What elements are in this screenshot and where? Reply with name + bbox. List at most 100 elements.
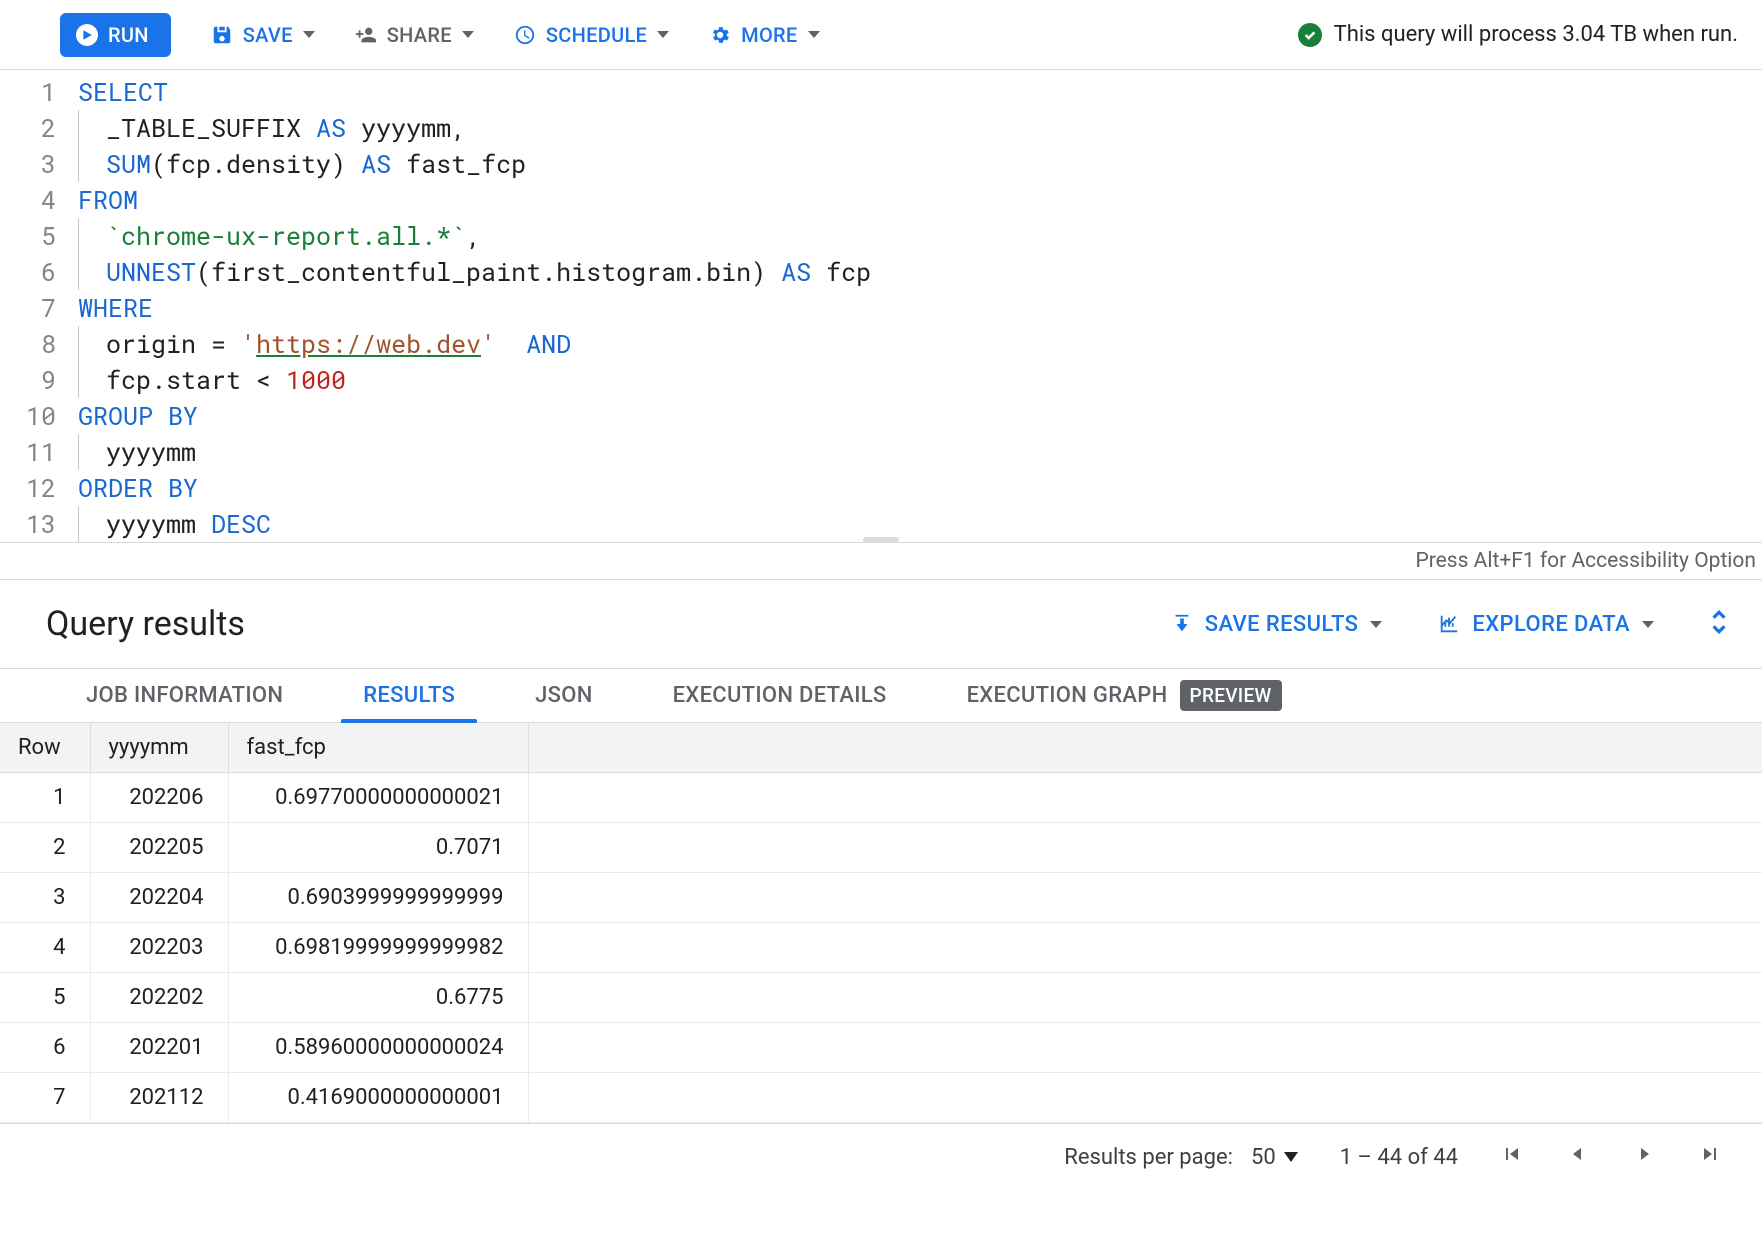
save-button[interactable]: SAVE <box>211 23 315 47</box>
tab-json[interactable]: JSON <box>495 669 633 722</box>
code-content[interactable]: SUM(fcp.density) AS fast_fcp <box>78 146 526 182</box>
run-label: RUN <box>108 23 149 47</box>
code-line[interactable]: 12ORDER BY <box>0 470 1762 506</box>
code-content[interactable]: yyyymm <box>78 434 196 470</box>
code-content[interactable]: ORDER BY <box>78 470 198 506</box>
more-button[interactable]: MORE <box>709 23 819 47</box>
code-content[interactable]: `chrome-ux-report.all.*`, <box>78 218 481 254</box>
drag-handle[interactable] <box>863 537 899 543</box>
query-validator-status: This query will process 3.04 TB when run… <box>1298 22 1738 47</box>
chevron-down-icon <box>1284 1152 1298 1162</box>
results-actions: SAVE RESULTS EXPLORE DATA <box>1171 609 1728 640</box>
accessibility-hint: Press Alt+F1 for Accessibility Option <box>1415 549 1762 573</box>
tab-results[interactable]: RESULTS <box>323 669 495 722</box>
tab-execution-details[interactable]: EXECUTION DETAILS <box>633 669 927 722</box>
code-line[interactable]: 5`chrome-ux-report.all.*`, <box>0 218 1762 254</box>
table-row[interactable]: 22022050.7071 <box>0 823 1762 873</box>
code-line[interactable]: 7WHERE <box>0 290 1762 326</box>
editor-footer: Press Alt+F1 for Accessibility Option <box>0 542 1762 580</box>
code-content[interactable]: WHERE <box>78 290 153 326</box>
code-line[interactable]: 6UNNEST(first_contentful_paint.histogram… <box>0 254 1762 290</box>
table-row[interactable]: 62022010.58960000000000024 <box>0 1023 1762 1073</box>
cell-fast_fcp: 0.7071 <box>228 823 528 873</box>
cell-row: 3 <box>0 873 90 923</box>
tab-execution-graph[interactable]: EXECUTION GRAPH PREVIEW <box>927 669 1322 722</box>
code-content[interactable]: GROUP BY <box>78 398 198 434</box>
first-page-button[interactable] <box>1500 1142 1524 1172</box>
page-range: 1 – 44 of 44 <box>1340 1145 1458 1170</box>
code-content[interactable]: FROM <box>78 182 138 218</box>
chevron-down-icon <box>657 31 669 38</box>
code-line[interactable]: 1SELECT <box>0 74 1762 110</box>
code-line[interactable]: 2_TABLE_SUFFIX AS yyyymm, <box>0 110 1762 146</box>
per-page-value: 50 <box>1251 1145 1276 1170</box>
results-tabs: JOB INFORMATION RESULTS JSON EXECUTION D… <box>0 669 1762 723</box>
code-content[interactable]: _TABLE_SUFFIX AS yyyymm, <box>78 110 466 146</box>
results-table: Row yyyymm fast_fcp 12022060.69770000000… <box>0 723 1762 1123</box>
code-content[interactable]: yyyymm DESC <box>78 506 271 542</box>
code-line[interactable]: 9fcp.start < 1000 <box>0 362 1762 398</box>
code-content[interactable]: origin = 'https://web.dev' AND <box>78 326 571 362</box>
cell-yyyymm: 202206 <box>90 773 228 823</box>
code-content[interactable]: UNNEST(first_contentful_paint.histogram.… <box>78 254 871 290</box>
cell-fast_fcp: 0.6775 <box>228 973 528 1023</box>
more-label: MORE <box>741 23 797 47</box>
cell-row: 1 <box>0 773 90 823</box>
results-pager: Results per page: 50 1 – 44 of 44 <box>0 1123 1762 1190</box>
play-icon <box>76 24 98 46</box>
code-line[interactable]: 11yyyymm <box>0 434 1762 470</box>
chart-analytics-icon <box>1438 613 1460 635</box>
table-row[interactable]: 12022060.69770000000000021 <box>0 773 1762 823</box>
cell-fast_fcp: 0.69819999999999982 <box>228 923 528 973</box>
last-page-button[interactable] <box>1698 1142 1722 1172</box>
cell-row: 6 <box>0 1023 90 1073</box>
per-page-control[interactable]: Results per page: 50 <box>1064 1145 1297 1170</box>
code-line[interactable]: 4FROM <box>0 182 1762 218</box>
code-line[interactable]: 10GROUP BY <box>0 398 1762 434</box>
line-number: 2 <box>0 110 78 146</box>
code-line[interactable]: 8origin = 'https://web.dev' AND <box>0 326 1762 362</box>
cell-row: 4 <box>0 923 90 973</box>
results-table-wrap: Row yyyymm fast_fcp 12022060.69770000000… <box>0 723 1762 1123</box>
line-number: 9 <box>0 362 78 398</box>
download-icon <box>1171 613 1193 635</box>
editor-toolbar: RUN SAVE SHARE SCHEDULE MORE This query … <box>0 0 1762 70</box>
col-header-yyyymm[interactable]: yyyymm <box>90 723 228 773</box>
table-row[interactable]: 52022020.6775 <box>0 973 1762 1023</box>
line-number: 1 <box>0 74 78 110</box>
cell-yyyymm: 202202 <box>90 973 228 1023</box>
cell-fast_fcp: 0.6903999999999999 <box>228 873 528 923</box>
results-title: Query results <box>46 604 245 644</box>
cell-yyyymm: 202204 <box>90 873 228 923</box>
table-row[interactable]: 72021120.4169000000000001 <box>0 1073 1762 1123</box>
line-number: 11 <box>0 434 78 470</box>
line-number: 5 <box>0 218 78 254</box>
col-header-row[interactable]: Row <box>0 723 90 773</box>
clock-icon <box>514 24 536 46</box>
code-content[interactable]: SELECT <box>78 74 168 110</box>
sql-editor[interactable]: 1SELECT2_TABLE_SUFFIX AS yyyymm,3SUM(fcp… <box>0 70 1762 542</box>
code-content[interactable]: fcp.start < 1000 <box>78 362 346 398</box>
cell-fast_fcp: 0.4169000000000001 <box>228 1073 528 1123</box>
preview-badge: PREVIEW <box>1180 680 1282 711</box>
status-text: This query will process 3.04 TB when run… <box>1334 22 1738 47</box>
next-page-button[interactable] <box>1632 1142 1656 1172</box>
col-header-fast-fcp[interactable]: fast_fcp <box>228 723 528 773</box>
share-button[interactable]: SHARE <box>355 23 474 47</box>
expand-collapse-icon[interactable] <box>1710 609 1728 640</box>
cell-yyyymm: 202112 <box>90 1073 228 1123</box>
line-number: 7 <box>0 290 78 326</box>
explore-data-label: EXPLORE DATA <box>1472 612 1630 637</box>
code-line[interactable]: 3SUM(fcp.density) AS fast_fcp <box>0 146 1762 182</box>
explore-data-button[interactable]: EXPLORE DATA <box>1438 612 1654 637</box>
run-button[interactable]: RUN <box>60 13 171 57</box>
table-row[interactable]: 32022040.6903999999999999 <box>0 873 1762 923</box>
save-results-button[interactable]: SAVE RESULTS <box>1171 612 1383 637</box>
line-number: 10 <box>0 398 78 434</box>
prev-page-button[interactable] <box>1566 1142 1590 1172</box>
tab-job-information[interactable]: JOB INFORMATION <box>46 669 323 722</box>
table-row[interactable]: 42022030.69819999999999982 <box>0 923 1762 973</box>
schedule-label: SCHEDULE <box>546 23 647 47</box>
gear-icon <box>709 24 731 46</box>
schedule-button[interactable]: SCHEDULE <box>514 23 669 47</box>
